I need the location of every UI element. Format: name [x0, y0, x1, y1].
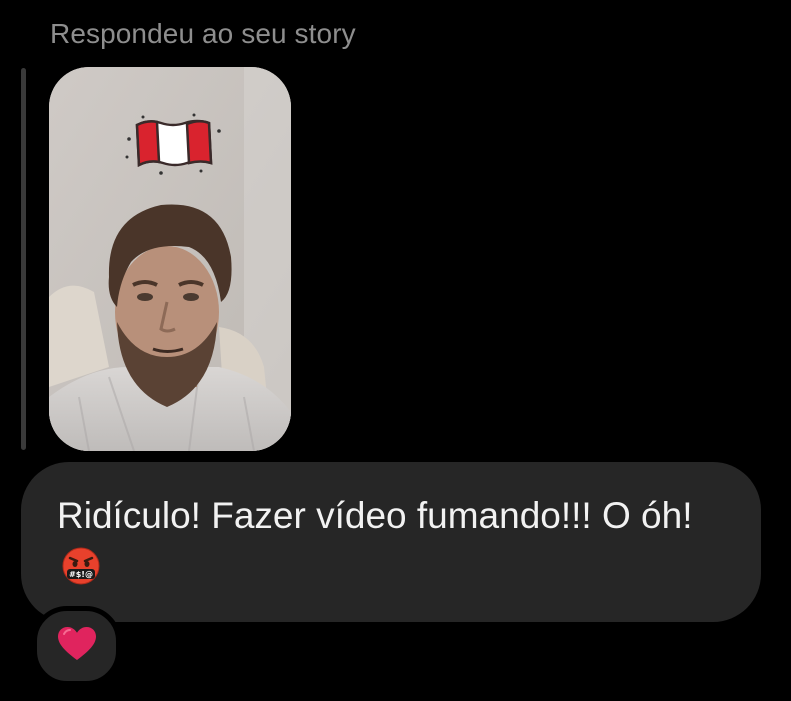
story-photo — [49, 67, 291, 451]
quote-bar — [21, 68, 26, 450]
message-bubble[interactable]: Ridículo! Fazer vídeo fumando!!! O óh! #… — [21, 462, 761, 622]
red-heart-icon — [57, 626, 97, 667]
svg-text:#$!@: #$!@ — [69, 570, 93, 579]
message-text: Ridículo! Fazer vídeo fumando!!! O óh! — [57, 495, 693, 536]
reaction-heart-pill[interactable] — [32, 606, 121, 686]
story-reply-label: Respondeu ao seu story — [50, 18, 356, 49]
face-with-symbols-on-mouth-icon: #$!@ — [61, 546, 101, 600]
story-thumbnail[interactable] — [49, 67, 291, 451]
